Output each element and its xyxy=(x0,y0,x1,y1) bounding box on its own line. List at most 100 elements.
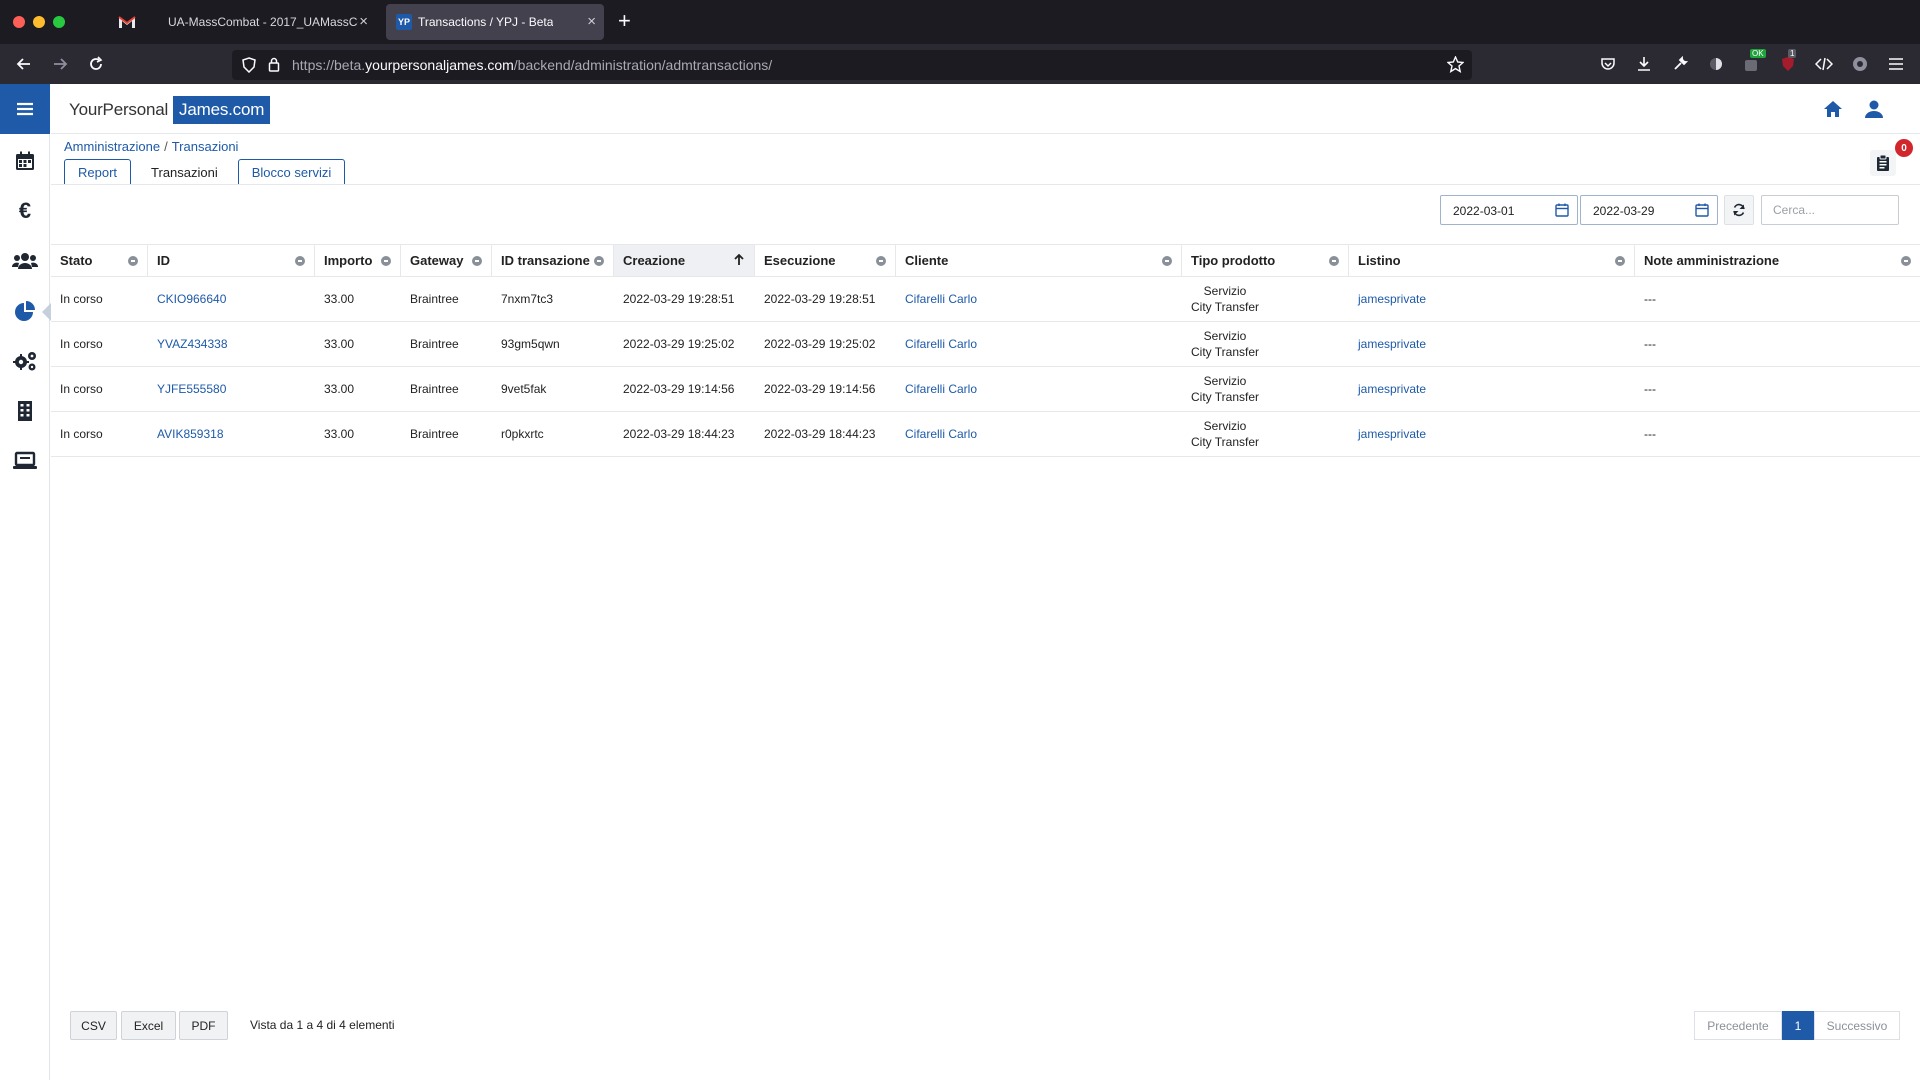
sidebar-item-calendar[interactable] xyxy=(0,136,50,186)
tipo-line-2: City Transfer xyxy=(1191,345,1260,359)
col-listino[interactable]: Listino xyxy=(1349,245,1635,276)
pagination-page-1[interactable]: 1 xyxy=(1782,1011,1814,1040)
ok-badge: OK xyxy=(1750,49,1766,58)
extension-ok-icon[interactable]: OK xyxy=(1740,49,1766,76)
calendar-icon[interactable] xyxy=(1555,203,1569,217)
tab-report[interactable]: Report xyxy=(64,159,132,185)
tab-transazioni[interactable]: Transazioni xyxy=(137,159,232,185)
extension-shield-icon[interactable]: 1 xyxy=(1776,49,1800,76)
col-esecuzione[interactable]: Esecuzione xyxy=(755,245,896,276)
sort-icon[interactable] xyxy=(1615,256,1625,266)
browser-tab-masscombat[interactable]: UA-MassCombat - 2017_UAMassCom × xyxy=(158,4,376,40)
logo[interactable]: YourPersonal James.com xyxy=(69,96,271,124)
refresh-button[interactable] xyxy=(1724,195,1754,225)
date-from-field[interactable]: 2022-03-01 xyxy=(1440,195,1578,225)
export-csv-button[interactable]: CSV xyxy=(70,1011,117,1040)
col-creazione[interactable]: Creazione xyxy=(614,245,755,276)
sidebar-item-settings[interactable] xyxy=(0,336,50,386)
browser-tab-gmail[interactable] xyxy=(108,4,152,40)
reload-icon[interactable] xyxy=(84,52,108,76)
download-icon[interactable] xyxy=(1632,52,1656,76)
search-input[interactable] xyxy=(1761,195,1899,225)
sidebar-item-reports[interactable] xyxy=(0,286,51,336)
clipboard-icon xyxy=(1877,154,1889,171)
cell-stato: In corso xyxy=(60,427,103,441)
close-tab-icon[interactable]: × xyxy=(359,14,368,29)
account-icon[interactable] xyxy=(1848,52,1872,76)
col-tipo-prodotto[interactable]: Tipo prodotto xyxy=(1182,245,1349,276)
user-icon[interactable] xyxy=(1864,99,1886,121)
cell-listino-link[interactable]: jamesprivate xyxy=(1349,412,1426,456)
col-importo[interactable]: Importo xyxy=(315,245,401,276)
sidebar-toggle-button[interactable] xyxy=(0,84,50,134)
cell-id-link[interactable]: YVAZ434338 xyxy=(148,322,228,366)
sidebar-item-finance[interactable]: € xyxy=(0,186,50,236)
tab-blocco-servizi[interactable]: Blocco servizi xyxy=(237,159,346,185)
clipboard-button[interactable] xyxy=(1870,150,1896,176)
breadcrumb-amministrazione[interactable]: Amministrazione xyxy=(64,139,160,154)
bookmark-star-icon[interactable] xyxy=(1447,56,1464,73)
cell-listino-link[interactable]: jamesprivate xyxy=(1349,322,1426,366)
active-indicator xyxy=(42,303,51,321)
cell-id-transazione: 93gm5qwn xyxy=(501,337,560,351)
cell-listino-link[interactable]: jamesprivate xyxy=(1349,367,1426,411)
cell-id-link[interactable]: AVIK859318 xyxy=(148,412,224,456)
sidebar-item-buildings[interactable] xyxy=(0,386,50,436)
table-row[interactable]: In corso YVAZ434338 33.00 Braintree 93gm… xyxy=(51,322,1920,367)
home-icon[interactable] xyxy=(1823,99,1845,121)
close-tab-icon[interactable]: × xyxy=(587,14,596,29)
table-row[interactable]: In corso CKIO966640 33.00 Braintree 7nxm… xyxy=(51,277,1920,322)
table-row[interactable]: In corso YJFE555580 33.00 Braintree 9vet… xyxy=(51,367,1920,412)
lock-icon[interactable] xyxy=(268,57,280,72)
url-bar[interactable]: https://beta.yourpersonaljames.com/backe… xyxy=(232,50,1472,80)
sidebar-item-devices[interactable] xyxy=(0,436,50,486)
sort-icon[interactable] xyxy=(1901,256,1911,266)
sidebar-item-users[interactable] xyxy=(0,236,50,286)
sort-icon[interactable] xyxy=(128,256,138,266)
code-icon[interactable] xyxy=(1812,52,1836,76)
col-id-transazione[interactable]: ID transazione xyxy=(492,245,614,276)
browser-tab-transactions[interactable]: YP Transactions / YPJ - Beta × xyxy=(386,4,604,40)
close-window-button[interactable] xyxy=(13,16,25,28)
cell-listino-link[interactable]: jamesprivate xyxy=(1349,277,1426,321)
menu-icon[interactable] xyxy=(1884,52,1908,76)
table-row[interactable]: In corso AVIK859318 33.00 Braintree r0pk… xyxy=(51,412,1920,457)
col-note-amministrazione[interactable]: Note amministrazione xyxy=(1635,245,1920,276)
export-excel-button[interactable]: Excel xyxy=(121,1011,176,1040)
cell-cliente-link[interactable]: Cifarelli Carlo xyxy=(896,412,977,456)
sort-ascending-icon[interactable] xyxy=(734,254,744,266)
breadcrumb-transazioni[interactable]: Transazioni xyxy=(172,139,239,154)
wrench-icon[interactable] xyxy=(1668,52,1692,76)
sort-icon[interactable] xyxy=(1329,256,1339,266)
new-tab-button[interactable]: + xyxy=(618,10,631,32)
calendar-icon[interactable] xyxy=(1695,203,1709,217)
forward-icon[interactable] xyxy=(48,52,72,76)
sort-icon[interactable] xyxy=(472,256,482,266)
cell-importo: 33.00 xyxy=(324,337,355,351)
cell-id-link[interactable]: CKIO966640 xyxy=(148,277,226,321)
export-pdf-button[interactable]: PDF xyxy=(179,1011,228,1040)
pagination-previous[interactable]: Precedente xyxy=(1694,1011,1782,1040)
sort-icon[interactable] xyxy=(295,256,305,266)
col-gateway[interactable]: Gateway xyxy=(401,245,492,276)
col-cliente[interactable]: Cliente xyxy=(896,245,1182,276)
pocket-icon[interactable] xyxy=(1596,52,1620,76)
back-icon[interactable] xyxy=(12,52,36,76)
extension-moon-icon[interactable] xyxy=(1704,52,1728,76)
url-text[interactable]: https://beta.yourpersonaljames.com/backe… xyxy=(292,57,772,73)
minimize-window-button[interactable] xyxy=(33,16,45,28)
zoom-window-button[interactable] xyxy=(53,16,65,28)
cell-id-link[interactable]: YJFE555580 xyxy=(148,367,226,411)
sort-icon[interactable] xyxy=(1162,256,1172,266)
cell-cliente-link[interactable]: Cifarelli Carlo xyxy=(896,367,977,411)
col-id[interactable]: ID xyxy=(148,245,315,276)
sort-icon[interactable] xyxy=(594,256,604,266)
cell-cliente-link[interactable]: Cifarelli Carlo xyxy=(896,322,977,366)
sort-icon[interactable] xyxy=(381,256,391,266)
col-stato[interactable]: Stato xyxy=(51,245,148,276)
pagination-next[interactable]: Successivo xyxy=(1814,1011,1900,1040)
tracking-shield-icon[interactable] xyxy=(242,57,256,73)
date-to-field[interactable]: 2022-03-29 xyxy=(1580,195,1718,225)
sort-icon[interactable] xyxy=(876,256,886,266)
cell-cliente-link[interactable]: Cifarelli Carlo xyxy=(896,277,977,321)
